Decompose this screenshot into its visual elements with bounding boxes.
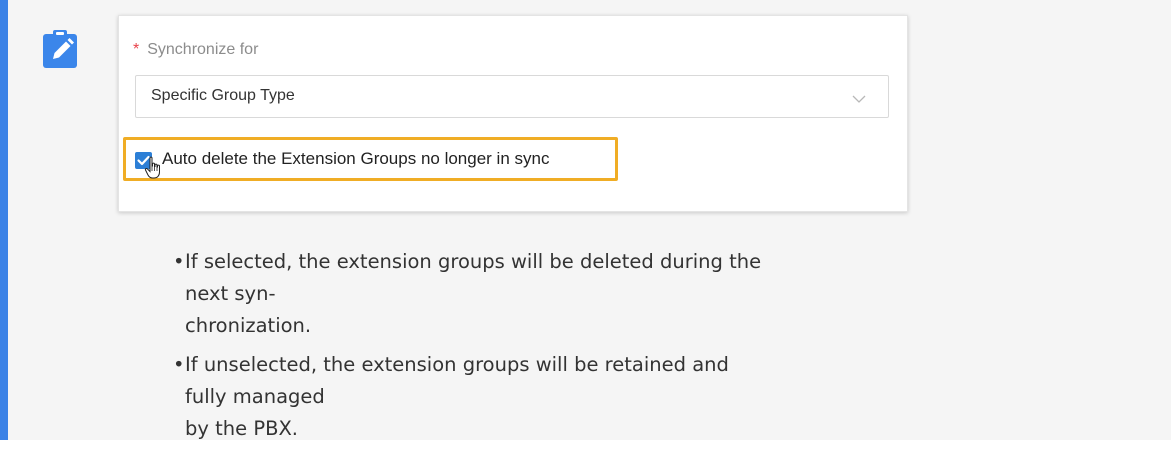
chevron-down-icon (852, 91, 866, 103)
bullet-line: If unselected, the extension groups will… (185, 353, 729, 408)
bullet-list: If selected, the extension groups will b… (173, 246, 773, 452)
bullet-line: chronization. (185, 314, 312, 337)
settings-screenshot: * Synchronize for Specific Group Type Au… (118, 15, 908, 212)
list-item: If unselected, the extension groups will… (173, 349, 773, 445)
auto-delete-label: Auto delete the Extension Groups no long… (162, 149, 550, 168)
required-mark: * (133, 41, 140, 58)
note-box: * Synchronize for Specific Group Type Au… (0, 0, 1171, 440)
auto-delete-option: Auto delete the Extension Groups no long… (123, 137, 618, 181)
bullet-line: If selected, the extension groups will b… (185, 250, 762, 305)
synchronize-for-label: * Synchronize for (133, 41, 258, 59)
field-label-text: Synchronize for (147, 41, 259, 58)
list-item: If selected, the extension groups will b… (173, 246, 773, 342)
bullet-line: by the PBX. (185, 417, 299, 440)
edit-note-icon (41, 28, 81, 70)
select-value: Specific Group Type (151, 87, 295, 104)
hand-pointer-icon (144, 156, 164, 180)
synchronize-for-select[interactable]: Specific Group Type (135, 75, 889, 118)
